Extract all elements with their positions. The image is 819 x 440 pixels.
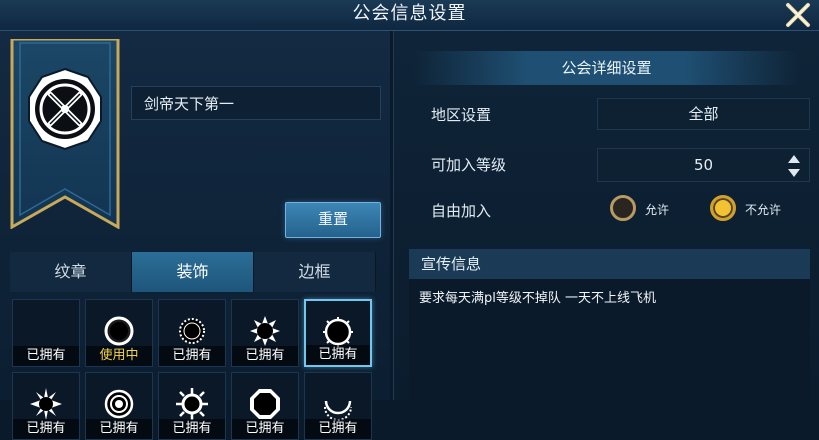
allow-radio[interactable] <box>610 195 636 221</box>
decoration-item[interactable]: 已拥有 <box>12 299 80 367</box>
level-value: 50 <box>693 156 714 174</box>
promo-header: 宣传信息 <box>409 249 810 279</box>
item-status: 已拥有 <box>159 419 225 439</box>
octagon-frame-icon <box>250 389 280 419</box>
tab-border[interactable]: 边框 <box>254 252 376 292</box>
decoration-item[interactable]: 使用中 <box>85 299 153 367</box>
item-status: 使用中 <box>86 346 152 366</box>
level-label: 可加入等级 <box>431 156 507 174</box>
level-stepper[interactable]: 50 <box>597 148 810 182</box>
decoration-item[interactable]: 已拥有 <box>231 372 299 440</box>
tab-decoration[interactable]: 装饰 <box>132 252 254 292</box>
deny-radio-label: 不允许 <box>745 203 782 217</box>
ring-frame-icon <box>104 316 134 346</box>
item-status: 已拥有 <box>13 419 79 439</box>
free-join-label: 自由加入 <box>431 202 492 220</box>
dotted-ring-frame-icon <box>179 318 205 344</box>
star-burst-frame-icon <box>30 388 62 420</box>
settings-header: 公会详细设置 <box>413 51 800 85</box>
emblem-tabs: 纹章 装饰 边框 <box>10 252 376 292</box>
double-ring-frame-icon <box>104 389 134 419</box>
item-status: 已拥有 <box>13 346 79 366</box>
region-label: 地区设置 <box>431 106 492 124</box>
sun-ray-frame-icon <box>176 388 208 420</box>
allow-radio-label: 允许 <box>645 203 670 217</box>
promo-text: 要求每天满pl等级不掉队 一天不上线飞机 <box>419 291 656 306</box>
close-icon <box>786 3 810 27</box>
sun-spike-frame-icon <box>250 316 280 346</box>
decoration-item[interactable]: 已拥有 <box>304 299 372 367</box>
tab-emblem[interactable]: 纹章 <box>10 252 132 292</box>
guild-name-input[interactable]: 剑帝天下第一 <box>131 86 381 120</box>
settings-panel: 公会详细设置 地区设置 全部 可加入等级 50 自由加入 允许 不允许 宣传信息… <box>393 31 819 400</box>
reset-button[interactable]: 重置 <box>285 202 381 238</box>
banner-icon <box>10 37 120 230</box>
window-title: 公会信息设置 <box>352 3 467 24</box>
thorn-ring-frame-icon <box>323 317 353 347</box>
decoration-item[interactable]: 已拥有 <box>304 372 372 440</box>
decoration-item[interactable]: 已拥有 <box>85 372 153 440</box>
item-status: 已拥有 <box>159 346 225 366</box>
region-select[interactable]: 全部 <box>597 98 810 130</box>
item-status: 已拥有 <box>232 346 298 366</box>
decoration-item[interactable]: 已拥有 <box>12 372 80 440</box>
item-status: 已拥有 <box>305 419 371 439</box>
item-status: 已拥有 <box>232 419 298 439</box>
decoration-item[interactable]: 已拥有 <box>158 299 226 367</box>
item-status: 已拥有 <box>86 419 152 439</box>
promo-textarea[interactable]: 要求每天满pl等级不掉队 一天不上线飞机 <box>409 279 810 400</box>
close-button[interactable] <box>785 2 811 28</box>
decoration-item[interactable]: 已拥有 <box>231 299 299 367</box>
stepper-arrows-icon[interactable] <box>787 153 801 179</box>
crescent-frame-icon <box>324 400 352 421</box>
deny-radio[interactable] <box>710 195 736 221</box>
guild-emblem[interactable] <box>8 37 122 230</box>
emblem-panel: 剑帝天下第一 重置 纹章 装饰 边框 已拥有 使用中 已拥有 已拥有 已拥有 已… <box>0 31 390 440</box>
decoration-item[interactable]: 已拥有 <box>158 372 226 440</box>
item-status: 已拥有 <box>306 345 370 365</box>
